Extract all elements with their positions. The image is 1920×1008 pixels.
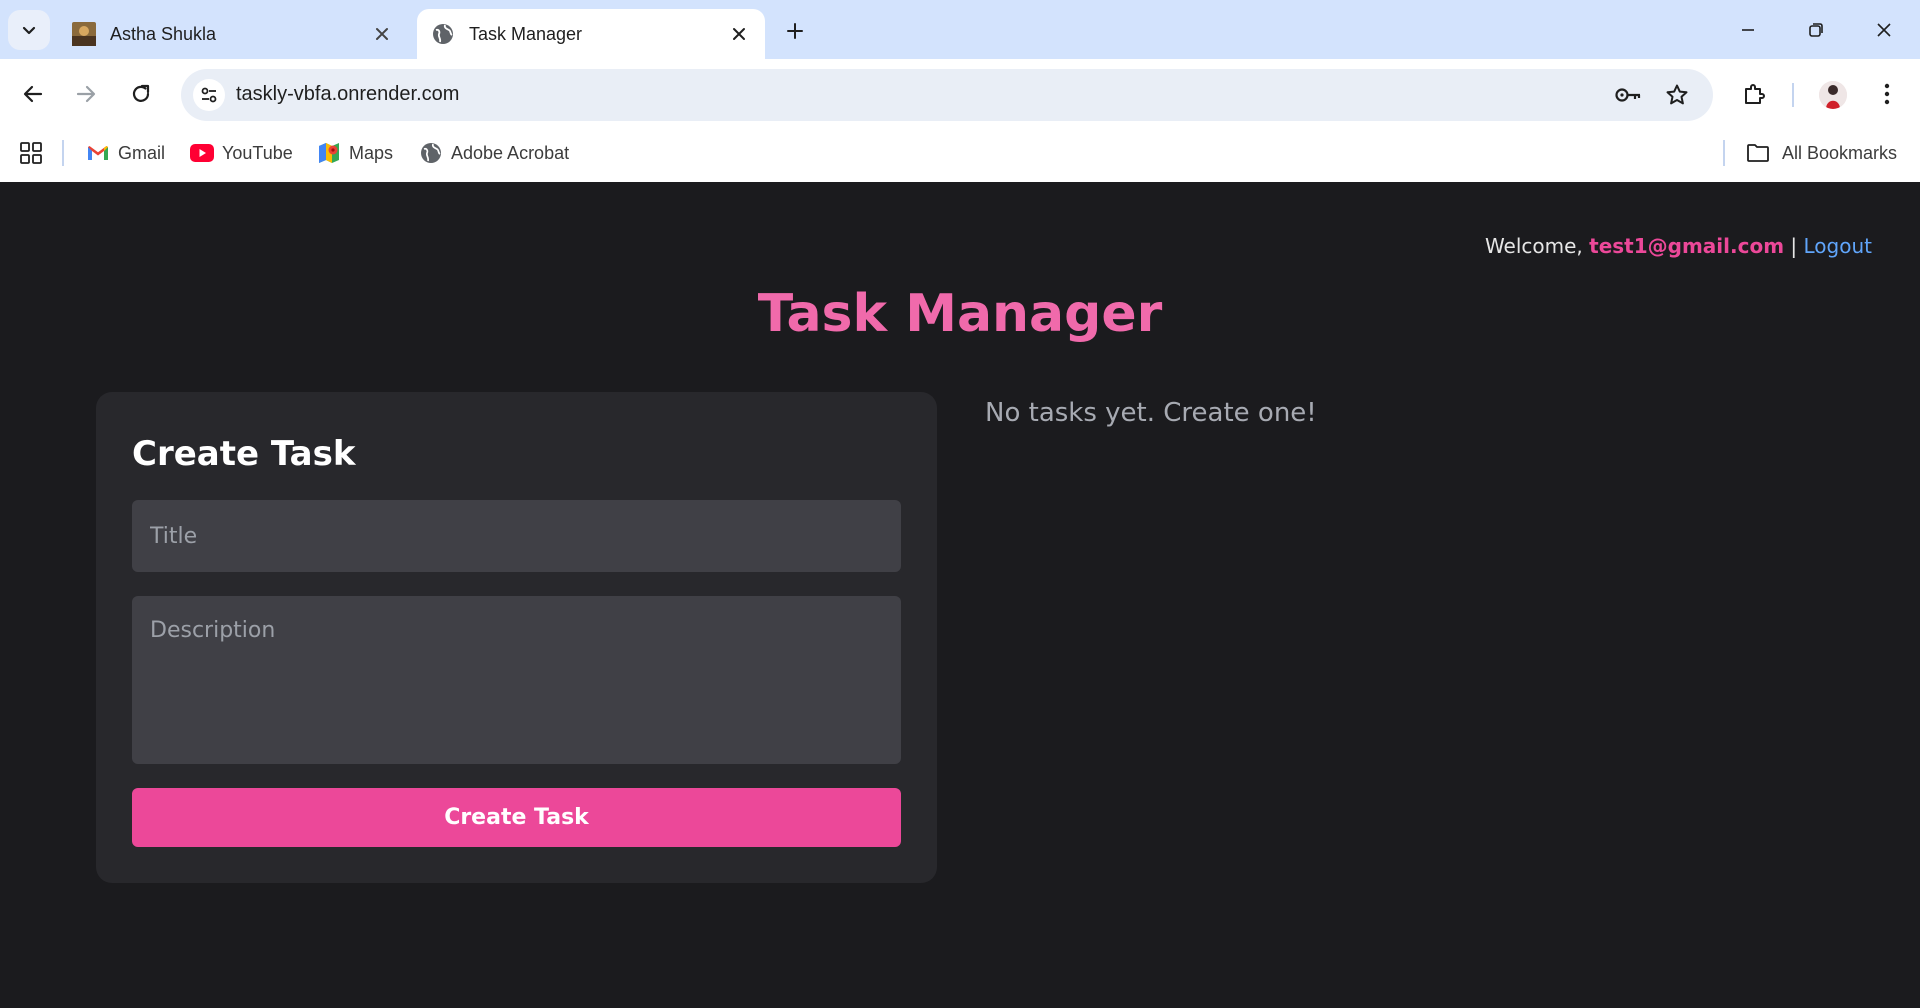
bookmark-label: Adobe Acrobat <box>451 142 570 163</box>
url-text[interactable]: taskly-vbfa.onrender.com <box>236 83 459 106</box>
all-bookmarks-label: All Bookmarks <box>1782 142 1898 163</box>
bookmarks-divider <box>1723 140 1725 166</box>
maps-icon <box>319 143 339 163</box>
gmail-icon <box>88 146 108 160</box>
page-title: Task Manager <box>757 284 1163 344</box>
bookmarks-divider <box>62 140 64 166</box>
profile-avatar[interactable] <box>1819 81 1847 109</box>
more-vert-icon <box>1884 83 1890 105</box>
minimize-button[interactable] <box>1724 12 1772 48</box>
plus-icon <box>787 23 803 39</box>
bookmarks-bar: Gmail YouTube Maps Adobe Acrobat All Boo… <box>0 130 1920 182</box>
toolbar-divider <box>1792 83 1794 107</box>
logout-link[interactable]: Logout <box>1804 234 1872 258</box>
apps-button[interactable] <box>16 138 46 168</box>
tune-icon <box>201 87 217 103</box>
tab-label: Astha Shukla <box>110 23 217 44</box>
title-input[interactable] <box>132 500 901 572</box>
tab-task-manager[interactable]: Task Manager <box>417 9 765 59</box>
browser-menu-button[interactable] <box>1867 74 1907 114</box>
tab-search-button[interactable] <box>8 10 50 50</box>
star-icon <box>1666 84 1688 105</box>
all-bookmarks-button[interactable]: All Bookmarks <box>1746 138 1897 168</box>
browser-toolbar: taskly-vbfa.onrender.com <box>0 59 1920 130</box>
folder-icon <box>1747 144 1769 162</box>
separator: | <box>1790 234 1798 258</box>
bookmark-gmail[interactable]: Gmail <box>86 138 165 168</box>
tab-label: Task Manager <box>469 23 583 44</box>
close-icon <box>1877 23 1891 37</box>
close-tab-button[interactable] <box>370 22 394 46</box>
site-info-button[interactable] <box>193 79 225 111</box>
description-input[interactable] <box>132 596 901 764</box>
password-manager-button[interactable] <box>1614 81 1642 109</box>
bookmark-label: Gmail <box>118 142 166 163</box>
reload-icon <box>132 84 150 102</box>
restore-icon <box>1809 23 1823 37</box>
puzzle-icon <box>1745 84 1765 104</box>
tab-astha-shukla[interactable]: Astha Shukla <box>58 9 408 59</box>
back-button[interactable] <box>13 74 53 114</box>
restore-button[interactable] <box>1792 12 1840 48</box>
user-email: test1@gmail.com <box>1589 234 1785 258</box>
empty-tasks-message: No tasks yet. Create one! <box>985 398 1317 428</box>
bookmark-label: YouTube <box>222 142 293 163</box>
create-task-card: Create Task Create Task <box>96 392 937 883</box>
arrow-right-icon <box>76 85 96 103</box>
reload-button[interactable] <box>121 74 161 114</box>
user-bar: Welcome, test1@gmail.com | Logout <box>1485 234 1872 258</box>
extensions-button[interactable] <box>1734 74 1774 114</box>
bookmark-maps[interactable]: Maps <box>317 138 393 168</box>
page-content: Welcome, test1@gmail.com | Logout Task M… <box>0 182 1920 1008</box>
close-window-button[interactable] <box>1860 12 1908 48</box>
youtube-icon <box>190 144 214 162</box>
bookmark-youtube[interactable]: YouTube <box>190 138 293 168</box>
minimize-icon <box>1742 29 1754 31</box>
create-task-button[interactable]: Create Task <box>132 788 901 847</box>
bookmark-adobe-acrobat[interactable]: Adobe Acrobat <box>419 138 569 168</box>
close-tab-button[interactable] <box>727 22 751 46</box>
globe-icon <box>433 24 453 44</box>
bookmark-star-button[interactable] <box>1663 81 1691 109</box>
bookmark-label: Maps <box>349 142 394 163</box>
welcome-text: Welcome, <box>1484 234 1583 258</box>
apps-grid-icon <box>20 142 42 164</box>
tab-strip: Astha Shukla Task Manager <box>0 0 1920 59</box>
chevron-down-icon <box>22 26 36 35</box>
close-icon <box>376 28 388 40</box>
globe-icon <box>421 143 441 163</box>
avatar-icon <box>1819 81 1847 109</box>
close-icon <box>733 28 745 40</box>
forward-button[interactable] <box>66 74 106 114</box>
arrow-left-icon <box>23 85 43 103</box>
new-tab-button[interactable] <box>780 16 810 46</box>
key-icon <box>1615 88 1641 102</box>
create-task-heading: Create Task <box>132 434 356 474</box>
address-bar[interactable]: taskly-vbfa.onrender.com <box>181 69 1713 121</box>
profile-photo-icon <box>72 22 96 46</box>
